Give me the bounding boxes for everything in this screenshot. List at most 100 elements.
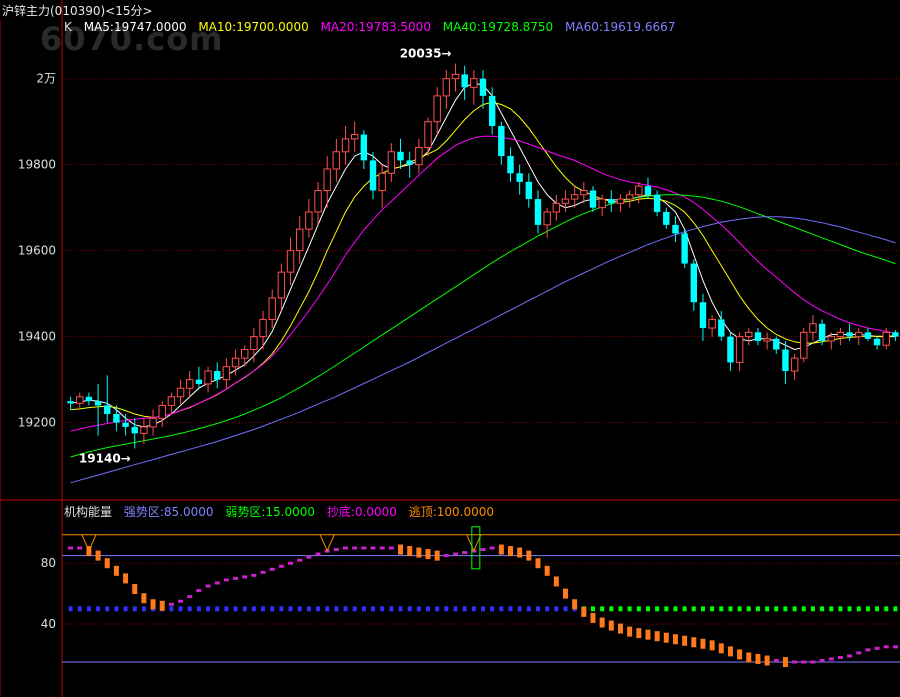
midline-dot <box>178 606 183 612</box>
energy-block <box>837 655 843 659</box>
annotation-high: 20035→ <box>400 47 452 61</box>
energy-block <box>847 654 853 658</box>
candle-body <box>782 349 789 372</box>
energy-block <box>526 550 532 561</box>
energy-block <box>663 632 669 643</box>
energy-block <box>306 555 312 559</box>
candle-body <box>727 336 734 363</box>
candle-body <box>176 387 185 398</box>
chart-canvas: 2万 19800 19600 19400 19200 20035→ 19140→ 80 40 <box>0 0 900 697</box>
candle-body <box>470 78 478 88</box>
energy-block <box>572 599 578 610</box>
candle-body <box>149 417 157 428</box>
legend-ma10: MA10:19700.0000 <box>198 20 309 34</box>
energy-block <box>764 655 770 666</box>
candlestick-series <box>67 63 899 449</box>
energy-block <box>370 546 376 550</box>
candle-body <box>295 228 304 252</box>
midline-dot <box>261 606 266 612</box>
candle-body <box>214 371 221 380</box>
y-tick-label-19600: 19600 <box>18 244 56 258</box>
indicator-legend: 机构能量 强势区:85.0000 弱势区:15.0000 抄底:0.0000 逃… <box>64 503 502 520</box>
candle-body <box>543 211 551 226</box>
ma-line-ma40 <box>70 194 896 458</box>
midline-dot <box>893 606 898 612</box>
candle-body <box>241 349 249 359</box>
candle-body <box>140 426 148 434</box>
energy-block <box>672 634 678 645</box>
midline-dot <box>517 606 522 612</box>
midline-dot <box>884 606 889 612</box>
price-grid: 2万 19800 19600 19400 19200 <box>18 72 900 430</box>
midline-dot <box>462 606 467 612</box>
energy-block <box>727 646 733 657</box>
midline-dot <box>297 606 302 612</box>
y-tick-label-20000: 2万 <box>36 72 56 86</box>
candle-body <box>397 151 404 161</box>
candle-body <box>122 422 129 427</box>
energy-block <box>333 548 339 552</box>
candle-body <box>461 74 468 88</box>
midline-dot <box>755 606 760 612</box>
legend-ma5: MA5:19747.0000 <box>83 20 187 34</box>
midline-dot <box>627 606 632 612</box>
indicator-top: 逃顶:100.0000 <box>408 505 495 519</box>
midline-dot <box>847 606 852 612</box>
ma-legend: K MA5:19747.0000 MA10:19700.0000 MA20:19… <box>64 20 683 34</box>
candle-body <box>827 336 835 342</box>
midline-dot <box>838 606 843 612</box>
midline-dot <box>233 606 238 612</box>
midline-dot <box>444 606 449 612</box>
energy-block <box>95 550 101 561</box>
energy-block <box>159 600 165 611</box>
midline-dot <box>636 606 641 612</box>
midline-dot <box>270 606 275 612</box>
candle-body <box>378 172 386 191</box>
candle-body <box>406 160 413 165</box>
midline-dot <box>352 606 357 612</box>
energy-block <box>150 599 156 610</box>
energy-block <box>343 546 349 550</box>
energy-block <box>517 547 523 558</box>
indicator-bottom: 抄底:0.0000 <box>326 505 397 519</box>
candle-body <box>735 336 744 363</box>
energy-block <box>627 626 633 637</box>
energy-block <box>132 584 138 595</box>
midline-dot <box>187 606 192 612</box>
candle-body <box>286 250 295 273</box>
candle-body <box>433 95 441 123</box>
energy-block <box>205 584 211 588</box>
energy-block <box>590 612 596 623</box>
midline-dot <box>206 606 211 612</box>
candle-body <box>204 370 212 385</box>
midline-dot <box>398 606 403 612</box>
candle-body <box>94 401 102 406</box>
candle-body <box>625 194 634 200</box>
midline-dot <box>435 606 440 612</box>
y-tick-label-19400: 19400 <box>18 330 56 344</box>
energy-block <box>443 554 449 558</box>
chart-title: 沪锌主力(010390)<15分> <box>2 4 153 18</box>
midline-dot <box>279 606 284 612</box>
energy-block <box>242 575 248 579</box>
energy-block <box>251 573 257 577</box>
candle-body <box>882 331 890 346</box>
legend-ma20: MA20:19783.5000 <box>320 20 431 34</box>
midline-dot <box>645 606 650 612</box>
candle-body <box>552 202 561 213</box>
midline-dot <box>242 606 247 612</box>
candle-body <box>598 198 606 209</box>
candle-body <box>158 404 166 419</box>
midline-dot <box>746 606 751 612</box>
midline-dot <box>481 606 485 612</box>
midline-dot <box>371 606 376 612</box>
y-tick-label-19800: 19800 <box>18 158 56 172</box>
midline-dot <box>783 606 788 612</box>
candle-body <box>360 134 368 161</box>
candle-body <box>754 332 762 341</box>
energy-block <box>682 635 688 646</box>
midline-dot <box>801 606 806 612</box>
midline-dot <box>490 606 495 612</box>
candle-body <box>167 396 176 406</box>
candle-body <box>498 125 505 157</box>
